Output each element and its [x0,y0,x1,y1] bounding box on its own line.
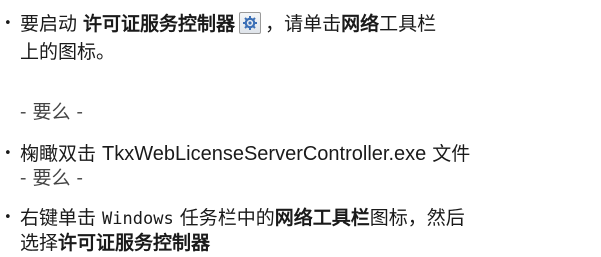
instruction-3-text-a: 右键单击 [20,207,103,229]
instruction-1-line-2: 上的图标。 [20,41,116,63]
or-separator-2: - 要么 - [20,167,83,189]
instruction-2-text-b: 文件 [426,143,471,165]
instruction-1-text-a: 要启动 [20,13,84,35]
bullet-3: • [4,210,12,225]
bullet-2: • [4,146,12,161]
license-server-controller-icon [239,12,262,34]
network-toolbar-term: 网络工具栏 [274,207,370,229]
license-server-controller-term: 许可证服务控制器 [83,13,236,35]
or-separator-1: - 要么 - [20,101,83,123]
license-server-controller-term-2: 许可证服务控制器 [58,232,211,254]
instruction-3-text-b: 任务栏中的 [173,207,275,229]
instruction-1-text-b: ，请单击 [265,13,342,35]
windows-term: Windows [102,209,174,229]
instruction-3-text-c: 图标，然后 [369,207,465,229]
instruction-2-line-1: 椈瞰双击 TkxWebLicenseServerController.exe 文… [20,141,470,167]
instruction-1-line-1: 要启动 许可证服务控制器 ，请单击网络工具栏 [20,11,436,37]
instruction-3-line-1: 右键单击 Windows 任务栏中的网络工具栏图标，然后 [20,205,465,231]
network-term: 网络 [341,13,380,35]
instruction-3-line-2: 选择许可证服务控制器 [20,230,210,256]
instruction-2-text-a: 椈瞰双击 [20,143,103,165]
help-document: • 要启动 许可证服务控制器 ，请单击网络工具栏 上的图标。 - 要么 - • 椈… [0,0,601,257]
bullet-1: • [4,16,12,31]
instruction-1-text-c: 工具栏 [379,13,437,35]
instruction-3-text-d: 选择 [20,232,59,254]
executable-filename: TkxWebLicenseServerController.exe [102,143,427,165]
